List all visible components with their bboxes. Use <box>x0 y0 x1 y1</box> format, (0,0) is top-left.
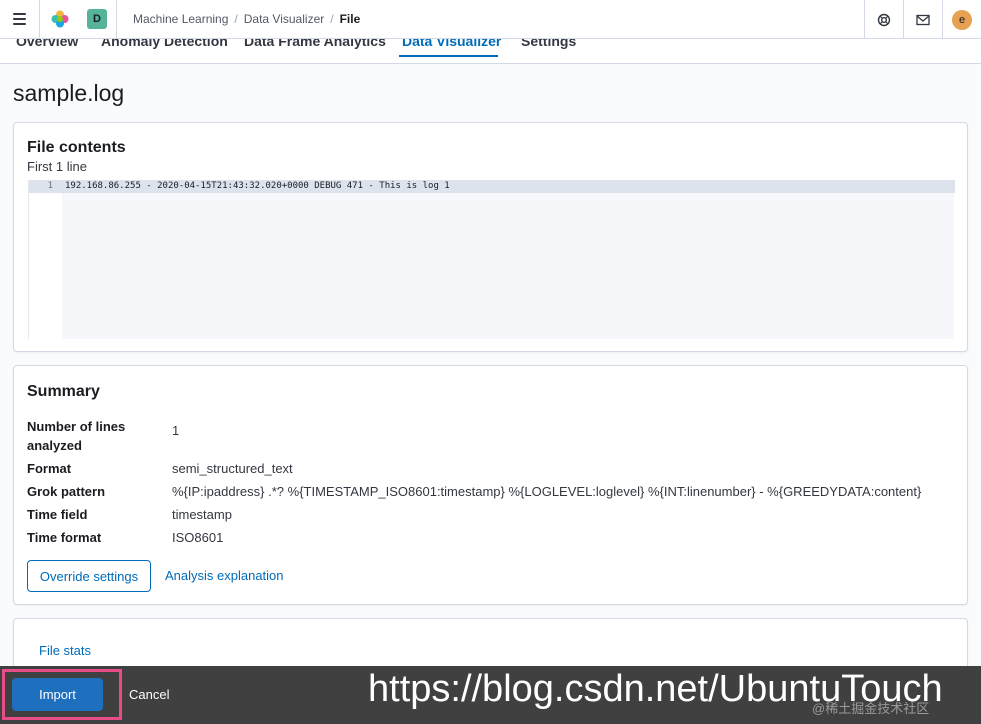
tab-overview[interactable]: Overview <box>16 39 78 57</box>
override-settings-button[interactable]: Override settings <box>27 560 151 592</box>
analysis-explanation-button[interactable]: Analysis explanation <box>165 560 284 592</box>
code-gutter <box>29 180 62 339</box>
menu-icon[interactable] <box>0 0 39 39</box>
line-number-cell: 1 <box>29 180 62 193</box>
tab-anomaly-detection[interactable]: Anomaly Detection <box>101 39 228 57</box>
summary-panel: Summary Number of lines analyzed 1 Forma… <box>13 365 968 605</box>
summary-value-grok: %{IP:ipaddress} .*? %{TIMESTAMP_ISO8601:… <box>172 484 922 499</box>
breadcrumb: Machine Learning / Data Visualizer / Fil… <box>133 12 360 26</box>
summary-label-lines: Number of lines analyzed <box>27 419 126 453</box>
help-button[interactable] <box>864 0 903 39</box>
breadcrumb-file: File <box>339 12 361 26</box>
breadcrumb-machine-learning[interactable]: Machine Learning <box>133 12 228 26</box>
summary-label-format: Format <box>27 461 72 476</box>
user-menu-button[interactable]: e <box>942 0 981 39</box>
avatar: e <box>952 9 972 30</box>
breadcrumb-data-visualizer[interactable]: Data Visualizer <box>244 12 324 26</box>
tab-data-frame-analytics[interactable]: Data Frame Analytics <box>244 39 386 57</box>
summary-label-time-field: Time field <box>27 507 88 522</box>
summary-value-lines: 1 <box>172 423 180 438</box>
summary-label-grok: Grok pattern <box>27 484 106 499</box>
space-avatar[interactable]: D <box>87 9 107 29</box>
news-feed-button[interactable] <box>903 0 942 39</box>
summary-label-time-format: Time format <box>27 530 102 545</box>
header-divider <box>116 0 117 39</box>
tab-settings[interactable]: Settings <box>521 39 576 57</box>
help-icon <box>877 13 891 26</box>
import-button[interactable]: Import <box>12 678 103 711</box>
breadcrumb-separator: / <box>234 12 238 26</box>
breadcrumb-separator: / <box>330 12 334 26</box>
file-contents-panel: File contents First 1 line 1 192.168.86.… <box>13 122 968 352</box>
code-editor[interactable]: 1 192.168.86.255 - 2020-04-15T21:43:32.0… <box>28 180 955 339</box>
code-line-text: 192.168.86.255 - 2020-04-15T21:43:32.020… <box>65 181 450 191</box>
mail-icon <box>916 14 930 25</box>
summary-value-time-format: ISO8601 <box>172 530 224 545</box>
summary-value-format: semi_structured_text <box>172 461 293 476</box>
ml-tabs: Overview Anomaly Detection Data Frame An… <box>0 39 981 64</box>
watermark-sub: @稀土掘金技术社区 <box>812 701 930 716</box>
file-stats-tab[interactable]: File stats <box>39 643 91 658</box>
cancel-button[interactable]: Cancel <box>129 678 169 711</box>
page-title: sample.log <box>13 80 125 106</box>
elastic-logo-icon[interactable] <box>39 0 79 39</box>
top-header: D Machine Learning / Data Visualizer / F… <box>0 0 981 39</box>
tab-data-visualizer[interactable]: Data Visualizer <box>399 39 501 57</box>
file-contents-title: File contents <box>27 139 126 156</box>
summary-value-time-field: timestamp <box>172 507 232 522</box>
file-contents-subtitle: First 1 line <box>27 159 87 174</box>
line-number: 1 <box>29 180 57 193</box>
summary-title: Summary <box>27 383 100 400</box>
